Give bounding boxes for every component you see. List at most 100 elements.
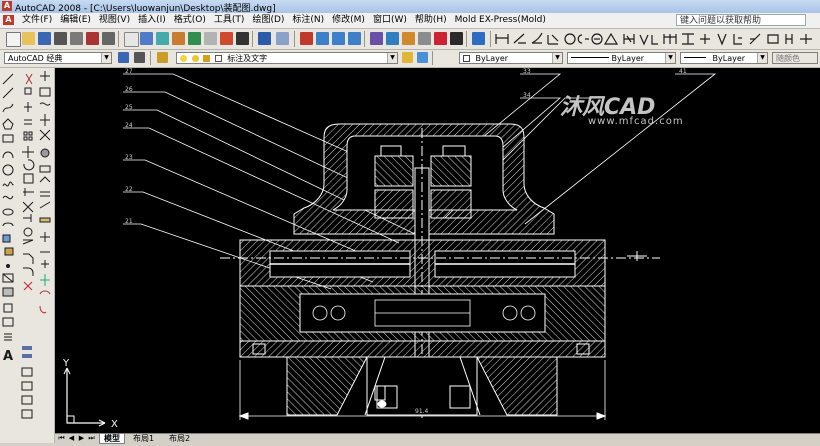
workspace-settings-icon[interactable]	[118, 52, 129, 63]
layer-manager-icon[interactable]	[157, 52, 168, 63]
trim-icon	[22, 201, 34, 213]
copy-object-icon	[24, 87, 32, 95]
zoom-window-icon[interactable]	[332, 32, 345, 45]
menu-window[interactable]: 窗口(W)	[369, 13, 411, 28]
help-icon[interactable]	[472, 32, 485, 45]
polyline-icon	[2, 103, 14, 113]
center-mark-icon	[40, 232, 50, 242]
tool-palettes-icon[interactable]	[402, 32, 415, 45]
scale-icon	[23, 173, 34, 184]
zoom-realtime-icon[interactable]	[316, 32, 329, 45]
table-icon	[2, 317, 14, 327]
publish-icon[interactable]	[86, 32, 99, 45]
copy-icon[interactable]	[140, 32, 153, 45]
linetype-dropdown[interactable]: ByLayer ▼	[567, 52, 676, 64]
layer-previous-icon[interactable]	[417, 52, 428, 63]
title-bar: A AutoCAD 2008 - [C:\Users\luowanjun\Des…	[0, 0, 820, 14]
part-label: 24	[125, 122, 133, 129]
undo-icon[interactable]	[258, 32, 271, 45]
array-icon	[23, 131, 33, 141]
chevron-down-icon: ▼	[552, 53, 562, 63]
multiline-text-lines-icon	[4, 333, 12, 341]
menu-dimension[interactable]: 标注(N)	[288, 13, 328, 28]
erase-icon	[25, 73, 33, 85]
document-menu-icon[interactable]: A	[3, 15, 14, 25]
pencil-icon[interactable]	[236, 32, 249, 45]
ortho-icon	[39, 87, 51, 97]
dimension-toolbar-icons[interactable]	[494, 32, 820, 46]
menu-file[interactable]: 文件(F)	[18, 13, 56, 28]
tab-layout2[interactable]: 布局2	[165, 434, 194, 443]
save-workspace-icon[interactable]	[134, 52, 145, 63]
autocad-app-icon[interactable]: A	[2, 1, 12, 11]
quickcalc-icon[interactable]	[450, 32, 463, 45]
properties-icon[interactable]	[370, 32, 383, 45]
brush-icon[interactable]	[220, 32, 233, 45]
menu-help[interactable]: 帮助(H)	[411, 13, 451, 28]
menu-view[interactable]: 视图(V)	[95, 13, 134, 28]
ucs-axes	[66, 368, 105, 424]
save-icon[interactable]	[38, 32, 51, 45]
menu-mold-express[interactable]: Mold EX-Press(Mold)	[451, 13, 550, 28]
match-properties-icon[interactable]	[172, 32, 185, 45]
menu-insert[interactable]: 插入(I)	[134, 13, 170, 28]
tab-layout1[interactable]: 布局1	[129, 434, 158, 443]
drawing-canvas[interactable]: 27 26 25 24 23 22 21 33 34 41 91.4 Y X 沐…	[55, 68, 820, 433]
toolbar-separator	[490, 31, 491, 47]
chevron-down-icon: ▼	[101, 53, 111, 63]
cut-icon[interactable]	[124, 32, 139, 47]
pan-icon[interactable]	[300, 32, 313, 45]
named-views-icon	[22, 354, 32, 358]
plotstyle-dropdown[interactable]: 随颜色	[772, 52, 818, 64]
polygon-icon	[2, 118, 14, 130]
draw-modify-tool-icons[interactable]: A	[0, 68, 54, 443]
next-tab-icon[interactable]: ▶	[77, 434, 86, 443]
design-center-icon[interactable]	[386, 32, 399, 45]
menu-modify[interactable]: 修改(M)	[328, 13, 369, 28]
plot-preview-icon[interactable]	[70, 32, 83, 45]
menu-format[interactable]: 格式(O)	[170, 13, 210, 28]
sheet-set-icon[interactable]	[418, 32, 431, 45]
osnap-icon	[40, 71, 50, 81]
ucs-arrows	[63, 367, 106, 427]
print-icon[interactable]	[54, 32, 67, 45]
rectangle-icon	[2, 134, 14, 143]
coil-left-upper	[374, 155, 414, 187]
redo-icon[interactable]	[276, 32, 289, 45]
properties-toolbar: AutoCAD 经典 ▼ 标注及文字 ▼ ByLayer ▼ ByLayer ▼…	[0, 50, 820, 68]
lineweight-dropdown[interactable]: ByLayer ▼	[680, 52, 768, 64]
fillet-icon	[23, 267, 34, 276]
ucs-icon	[40, 274, 50, 286]
leader-icon	[39, 201, 51, 209]
viewport-icon	[21, 381, 33, 391]
rotate-icon	[23, 159, 35, 171]
layer-dropdown[interactable]: 标注及文字 ▼	[176, 52, 398, 64]
ellipse-icon	[2, 208, 14, 216]
paste-icon[interactable]	[156, 32, 169, 45]
prev-tab-icon[interactable]: ◀	[67, 434, 76, 443]
help-search-input[interactable]: 键入问题以获取帮助	[676, 14, 806, 26]
last-tab-icon[interactable]: ⏭	[87, 434, 96, 443]
new-file-icon[interactable]	[6, 32, 21, 47]
circle-filled-icon	[40, 148, 50, 158]
3d-dwf-icon[interactable]	[102, 32, 115, 45]
stretch-icon	[23, 188, 34, 196]
part-label: 21	[125, 218, 133, 225]
make-layer-current-icon[interactable]	[402, 52, 413, 63]
markup-icon[interactable]	[434, 32, 447, 45]
hatch-icon[interactable]	[204, 32, 217, 45]
workspace-dropdown[interactable]: AutoCAD 经典 ▼	[4, 52, 112, 64]
toolbar-separator	[150, 51, 151, 65]
open-file-icon[interactable]	[22, 32, 35, 45]
lineweight-value: ByLayer	[712, 54, 746, 63]
menu-tools[interactable]: 工具(T)	[210, 13, 249, 28]
menu-edit[interactable]: 编辑(E)	[56, 13, 95, 28]
join-icon	[22, 239, 34, 245]
zoom-previous-icon[interactable]	[348, 32, 361, 45]
first-tab-icon[interactable]: ⏮	[57, 434, 66, 443]
color-dropdown[interactable]: ByLayer ▼	[459, 52, 563, 64]
menu-draw[interactable]: 绘图(D)	[248, 13, 288, 28]
block-editor-icon[interactable]	[188, 32, 201, 45]
break-icon	[23, 227, 33, 237]
dimension-value: 91.4	[415, 408, 429, 415]
